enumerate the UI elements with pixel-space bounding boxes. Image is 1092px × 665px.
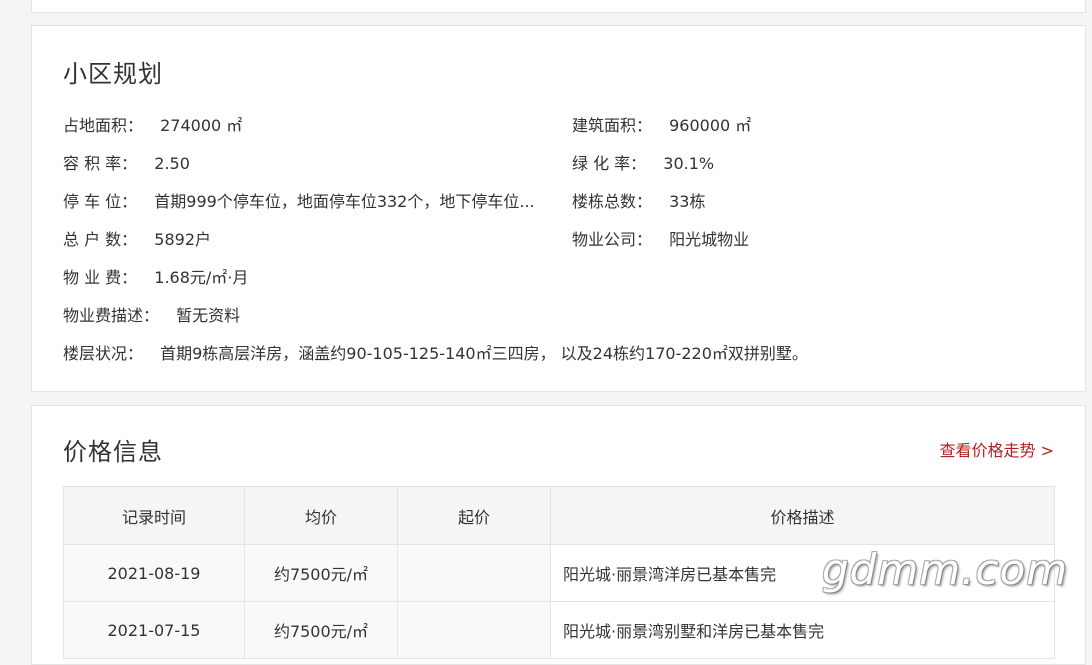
plan-value: 33栋 xyxy=(669,192,706,211)
plan-label: 物 业 费： xyxy=(63,268,138,287)
plan-label: 建筑面积： xyxy=(572,116,653,135)
column-header-date: 记录时间 xyxy=(63,486,245,545)
plan-label: 绿 化 率： xyxy=(572,154,647,173)
cell-average: 约7500元/㎡ xyxy=(244,601,398,659)
plan-value: 首期9栋高层洋房，涵盖约90-105-125-140㎡三四房， 以及24栋约17… xyxy=(160,344,808,363)
column-header-average: 均价 xyxy=(244,486,398,545)
plan-row-green-rate: 绿 化 率： 30.1% xyxy=(572,150,714,174)
cell-date: 2021-07-15 xyxy=(63,601,245,659)
column-header-description: 价格描述 xyxy=(550,486,1055,545)
plan-value: 暂无资料 xyxy=(176,306,241,325)
plan-label: 总 户 数： xyxy=(63,230,138,249)
plan-value: 274000 ㎡ xyxy=(160,116,243,135)
table-row: 2021-07-15 约7500元/㎡ 阳光城·丽景湾别墅和洋房已基本售完 xyxy=(63,601,1055,659)
plan-value: 1.68元/㎡·月 xyxy=(154,268,249,287)
plan-label: 占地面积： xyxy=(63,116,144,135)
plan-label: 楼层状况： xyxy=(63,344,144,363)
view-price-trend-link[interactable]: 查看价格走势 > xyxy=(940,437,1055,461)
plan-value: 5892户 xyxy=(154,230,212,249)
column-header-start: 起价 xyxy=(397,486,551,545)
plan-label: 楼栋总数： xyxy=(572,192,653,211)
plan-value: 2.50 xyxy=(154,154,190,173)
cell-description: 阳光城·丽景湾别墅和洋房已基本售完 xyxy=(550,601,1055,659)
section-title-plan: 小区规划 xyxy=(63,60,163,88)
plan-row-fee-desc: 物业费描述： 暂无资料 xyxy=(63,302,240,326)
plan-value: 首期999个停车位，地面停车位332个，地下停车位... xyxy=(154,192,535,211)
cell-average: 约7500元/㎡ xyxy=(244,544,398,602)
plan-label: 容 积 率： xyxy=(63,154,138,173)
plan-value: 阳光城物业 xyxy=(669,230,750,249)
plan-row-parking: 停 车 位： 首期999个停车位，地面停车位332个，地下停车位... xyxy=(63,188,535,212)
table-header-row: 记录时间 均价 起价 价格描述 xyxy=(63,486,1055,545)
plan-row-floor-status: 楼层状况： 首期9栋高层洋房，涵盖约90-105-125-140㎡三四房， 以及… xyxy=(63,340,808,364)
previous-section-card xyxy=(31,0,1086,13)
plan-row-land-area: 占地面积： 274000 ㎡ xyxy=(63,112,242,136)
plan-row-building-area: 建筑面积： 960000 ㎡ xyxy=(572,112,751,136)
section-title-price: 价格信息 xyxy=(63,438,163,466)
plan-label: 物业费描述： xyxy=(63,306,160,325)
cell-start xyxy=(397,544,551,602)
plan-row-households: 总 户 数： 5892户 xyxy=(63,226,211,250)
watermark: gdmm.com xyxy=(822,545,1069,594)
plan-label: 物业公司： xyxy=(572,230,653,249)
plan-row-property-fee: 物 业 费： 1.68元/㎡·月 xyxy=(63,264,248,288)
price-info-section: 价格信息 查看价格走势 > 记录时间 均价 起价 价格描述 2021-08-19… xyxy=(31,405,1086,665)
plan-value: 960000 ㎡ xyxy=(669,116,752,135)
plan-row-plot-ratio: 容 积 率： 2.50 xyxy=(63,150,190,174)
cell-date: 2021-08-19 xyxy=(63,544,245,602)
plan-label: 停 车 位： xyxy=(63,192,138,211)
plan-value: 30.1% xyxy=(663,154,715,173)
cell-start xyxy=(397,601,551,659)
community-plan-section: 小区规划 占地面积： 274000 ㎡ 容 积 率： 2.50 停 车 位： 首… xyxy=(31,25,1086,392)
plan-row-building-count: 楼栋总数： 33栋 xyxy=(572,188,705,212)
plan-row-property-company: 物业公司： 阳光城物业 xyxy=(572,226,749,250)
